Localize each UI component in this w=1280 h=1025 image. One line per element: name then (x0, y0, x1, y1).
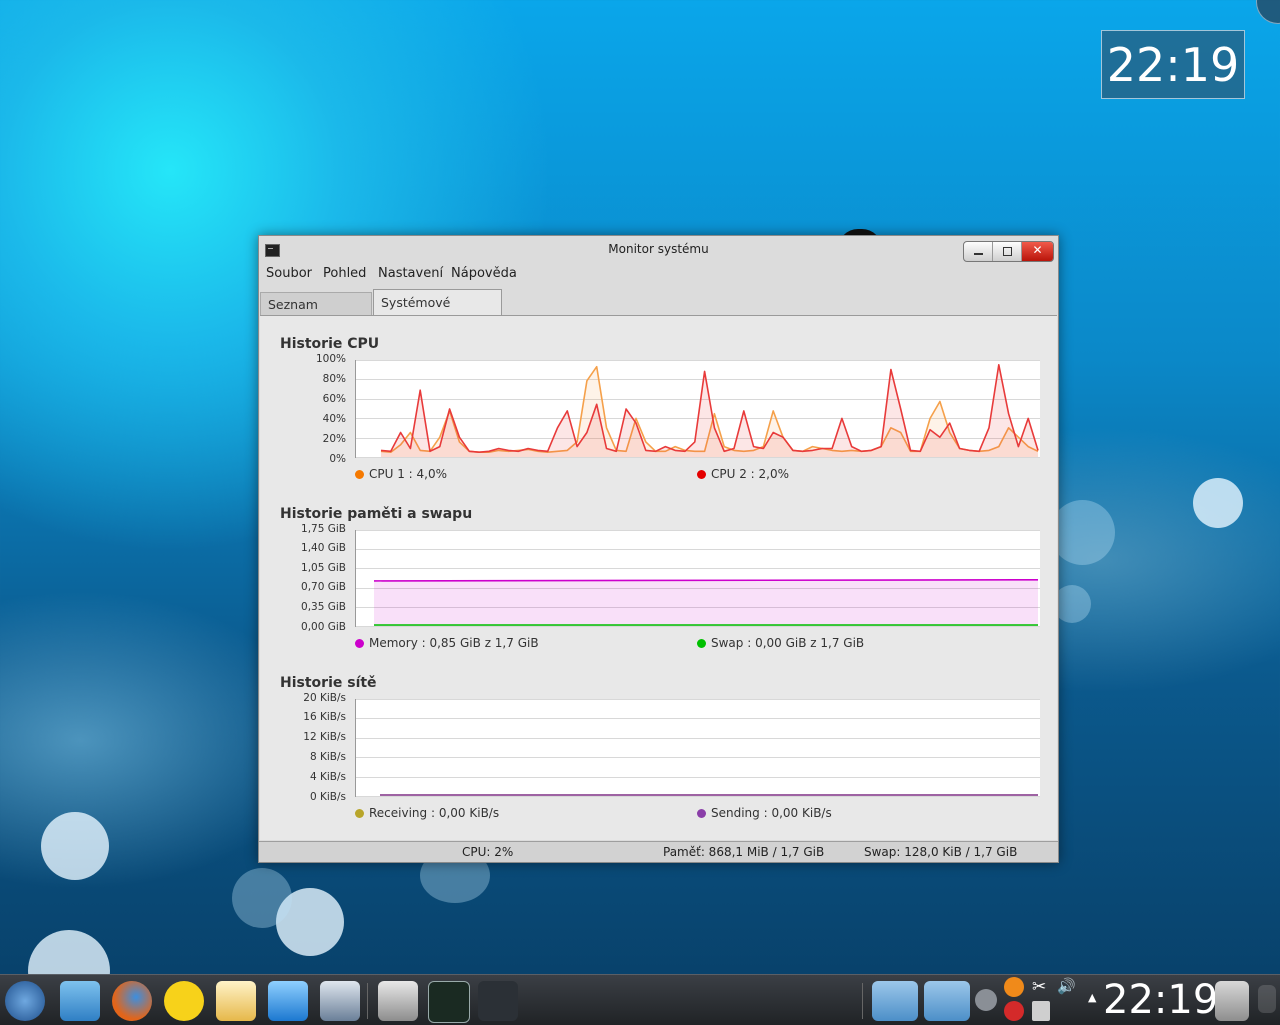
status-cpu: CPU: 2% (462, 845, 514, 859)
status-memory: Paměť: 868,1 MiB / 1,7 GiB (663, 845, 825, 859)
camera-icon[interactable] (378, 981, 418, 1021)
y-tick: 0,00 GiB (301, 621, 346, 633)
y-tick: 1,75 GiB (301, 523, 346, 535)
update-icon[interactable] (1004, 1001, 1024, 1021)
taskbar-separator (862, 983, 863, 1019)
window-buttons: ✕ (963, 241, 1054, 262)
legend-memory-label: Memory : 0,85 GiB z 1,7 GiB (369, 636, 539, 650)
cpu2-color-dot (697, 470, 706, 479)
desktop-clock-widget[interactable]: 22:19 (1101, 30, 1245, 99)
memory-plot (355, 530, 1040, 627)
cpu-plot (355, 360, 1040, 458)
bokeh-light (1050, 500, 1115, 565)
receiving-color-dot (355, 809, 364, 818)
network-chart (356, 699, 1040, 797)
panel-toolbox-icon[interactable] (1258, 985, 1276, 1013)
y-tick: 1,40 GiB (301, 542, 346, 554)
legend-cpu1: CPU 1 : 4,0% (355, 467, 447, 481)
y-tick: 40% (322, 413, 346, 425)
y-tick: 0% (329, 453, 346, 465)
chat-icon[interactable] (164, 981, 204, 1021)
sending-color-dot (697, 809, 706, 818)
file-manager-icon[interactable] (60, 981, 100, 1021)
memory-history-title: Historie paměti a swapu (280, 506, 473, 522)
memory-color-dot (355, 639, 364, 648)
y-tick: 20 KiB/s (303, 692, 346, 704)
media-player-icon[interactable] (268, 981, 308, 1021)
info-icon[interactable] (975, 989, 997, 1011)
tab-system-load[interactable]: Systémové zatížení (373, 289, 502, 336)
taskbar-separator (367, 983, 368, 1019)
legend-cpu1-label: CPU 1 : 4,0% (369, 467, 448, 481)
swap-color-dot (697, 639, 706, 648)
kickoff-icon[interactable] (5, 981, 45, 1021)
minimize-button[interactable] (964, 242, 993, 261)
settings-icon[interactable] (320, 981, 360, 1021)
bokeh-light (232, 868, 292, 928)
trash-icon[interactable] (1215, 981, 1249, 1021)
y-tick: 60% (322, 393, 346, 405)
legend-receiving-label: Receiving : 0,00 KiB/s (369, 806, 500, 820)
y-tick: 0,70 GiB (301, 581, 346, 593)
y-tick: 100% (315, 353, 346, 365)
y-tick: 1,05 GiB (301, 562, 346, 574)
y-tick: 80% (322, 373, 346, 385)
usb-drive-icon[interactable] (478, 981, 518, 1021)
y-tick: 0,35 GiB (301, 601, 346, 613)
cpu1-color-dot (355, 470, 364, 479)
window-titlebar[interactable]: Monitor systému ✕ (259, 236, 1058, 264)
close-icon: ✕ (1032, 243, 1043, 257)
y-tick: 16 KiB/s (303, 711, 346, 723)
legend-cpu2: CPU 2 : 2,0% (697, 467, 789, 481)
scissors-icon[interactable]: ✂ (1032, 977, 1052, 997)
y-tick: 0 KiB/s (309, 791, 346, 803)
network-history-title: Historie sítě (280, 675, 377, 691)
folder-icon[interactable] (872, 981, 918, 1021)
taskbar: ✂ 🔊 ▲ 22:19 (0, 974, 1280, 1025)
status-bar: CPU: 2% Paměť: 868,1 MiB / 1,7 GiB Swap:… (259, 841, 1058, 862)
legend-memory: Memory : 0,85 GiB z 1,7 GiB (355, 636, 539, 650)
menu-help[interactable]: Nápověda (451, 266, 517, 281)
battery-icon[interactable] (1032, 1001, 1050, 1021)
menu-file[interactable]: Soubor (266, 266, 312, 281)
series-line-memory (373, 579, 1039, 582)
y-tick: 12 KiB/s (303, 731, 346, 743)
window-title: Monitor systému (608, 242, 709, 256)
menu-view[interactable]: Pohled (323, 266, 366, 281)
legend-sending: Sending : 0,00 KiB/s (697, 806, 832, 820)
chevron-up-icon[interactable]: ▲ (1088, 991, 1100, 1004)
y-tick: 4 KiB/s (309, 771, 346, 783)
system-monitor-window: Monitor systému ✕ Soubor Pohled Nastaven… (258, 235, 1059, 863)
legend-sending-label: Sending : 0,00 KiB/s (711, 806, 832, 820)
download-folder-icon[interactable] (924, 981, 970, 1021)
close-button[interactable]: ✕ (1022, 242, 1053, 261)
status-swap: Swap: 128,0 KiB / 1,7 GiB (864, 845, 1018, 859)
series-area-memory (374, 579, 1038, 626)
legend-swap-label: Swap : 0,00 GiB z 1,7 GiB (711, 636, 865, 650)
menu-settings[interactable]: Nastavení (378, 266, 443, 281)
cpu-history-title: Historie CPU (280, 336, 380, 352)
desktop-toolbox-icon[interactable] (1256, 0, 1280, 24)
mail-icon[interactable] (216, 981, 256, 1021)
bokeh-light (41, 812, 109, 880)
y-tick: 8 KiB/s (309, 751, 346, 763)
taskbar-clock[interactable]: 22:19 (1103, 977, 1218, 1023)
maximize-button[interactable] (993, 242, 1022, 261)
volume-icon[interactable]: 🔊 (1057, 977, 1079, 999)
cpu-chart (356, 360, 1040, 458)
legend-receiving: Receiving : 0,00 KiB/s (355, 806, 499, 820)
legend-swap: Swap : 0,00 GiB z 1,7 GiB (697, 636, 864, 650)
y-tick: 20% (322, 433, 346, 445)
legend-cpu2-label: CPU 2 : 2,0% (711, 467, 790, 481)
network-plot (355, 699, 1040, 797)
help-icon[interactable] (1004, 977, 1024, 997)
system-monitor-icon[interactable] (428, 981, 470, 1023)
memory-chart (356, 530, 1040, 627)
firefox-icon[interactable] (112, 981, 152, 1021)
bokeh-light (1193, 478, 1243, 528)
system-load-panel: Historie CPU 100% 80% 60% 40% 20% 0% CPU… (260, 315, 1057, 840)
tab-process-list[interactable]: Seznam procesů (260, 292, 372, 335)
desktop-clock-time: 22:19 (1106, 38, 1240, 92)
